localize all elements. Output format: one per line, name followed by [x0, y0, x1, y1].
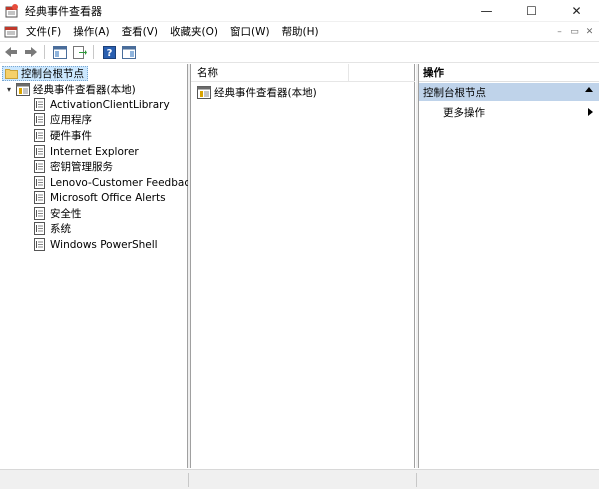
tree-node-label: 经典事件查看器(本地) [33, 84, 136, 96]
tree-node-label: Internet Explorer [50, 145, 139, 158]
tree-node-label: 安全性 [50, 208, 82, 220]
event-log-icon [34, 113, 45, 126]
tree-node-label: 系统 [50, 223, 71, 235]
tree-node-label: 控制台根节点 [21, 68, 84, 80]
menu-window[interactable]: 窗口(W) [224, 22, 276, 42]
menu-view[interactable]: 查看(V) [116, 22, 164, 42]
action-pane-icon [122, 45, 136, 59]
results-pane: 名称 经典事件查看器(本地) [190, 63, 415, 468]
event-log-icon [34, 176, 45, 189]
event-viewer-icon [16, 83, 30, 96]
status-bar-divider [188, 473, 189, 487]
tree-node-log[interactable]: 硬件事件 [34, 128, 92, 143]
help-icon: ? [102, 45, 116, 59]
collapse-chevron-icon[interactable]: ▾ [4, 85, 14, 94]
tree-node-log[interactable]: Windows PowerShell [34, 237, 158, 252]
collapse-arrow-icon[interactable] [585, 87, 593, 92]
tree-node-log[interactable]: 系统 [34, 221, 71, 236]
list-item-label: 经典事件查看器(本地) [214, 87, 317, 99]
console-tree-icon [53, 45, 67, 59]
tree-node-log[interactable]: 安全性 [34, 206, 82, 221]
menu-help[interactable]: 帮助(H) [276, 22, 325, 42]
event-log-icon [34, 98, 45, 111]
event-log-icon [34, 207, 45, 220]
menu-bar: 文件(F) 操作(A) 查看(V) 收藏夹(O) 窗口(W) 帮助(H) – ▭… [0, 22, 599, 42]
menu-favorites[interactable]: 收藏夹(O) [164, 22, 224, 42]
column-header-row: 名称 [191, 63, 415, 82]
menu-file[interactable]: 文件(F) [20, 22, 67, 42]
list-item[interactable]: 经典事件查看器(本地) [195, 85, 317, 100]
forward-button[interactable] [22, 44, 40, 61]
tree-node-log[interactable]: 密钥管理服务 [34, 159, 113, 174]
event-log-icon [34, 129, 45, 142]
show-hide-action-pane-button[interactable] [120, 44, 138, 61]
event-viewer-app-icon[interactable] [5, 3, 19, 18]
help-button[interactable]: ? [100, 44, 118, 61]
event-log-icon [34, 222, 45, 235]
tree-node-log[interactable]: Lenovo-Customer Feedback [34, 175, 196, 190]
tree-node-log[interactable]: Microsoft Office Alerts [34, 190, 166, 205]
status-bar-divider [416, 473, 417, 487]
console-tree-pane: 控制台根节点 ▾ 经典事件查看器(本地) ActivationClientLib… [0, 64, 196, 468]
folder-icon [5, 68, 18, 79]
toolbar: ? [0, 42, 599, 63]
more-actions-item[interactable]: 更多操作 [443, 103, 597, 121]
tree-node-classic-event-viewer[interactable]: ▾ 经典事件查看器(本地) [4, 82, 136, 97]
minimize-button[interactable]: — [464, 0, 509, 22]
window-title: 经典事件查看器 [25, 4, 102, 18]
tree-node-log[interactable]: Internet Explorer [34, 144, 139, 159]
maximize-button[interactable]: ☐ [509, 0, 554, 22]
forward-arrow-icon [25, 47, 37, 57]
mmc-system-menu-icon[interactable] [4, 25, 18, 39]
tree-node-label: Lenovo-Customer Feedback [50, 176, 197, 189]
tree-node-label: 硬件事件 [50, 130, 92, 142]
child-minimize-button[interactable]: – [552, 27, 567, 37]
actions-section-console-root[interactable]: 控制台根节点 [419, 83, 599, 101]
tree-node-label: 应用程序 [50, 114, 92, 126]
submenu-arrow-icon [588, 108, 593, 116]
close-button[interactable]: ✕ [554, 0, 599, 22]
event-log-icon [34, 145, 45, 158]
tree-node-label: Windows PowerShell [50, 238, 158, 251]
event-log-icon [34, 238, 45, 251]
show-hide-console-tree-button[interactable] [51, 44, 69, 61]
more-actions-label: 更多操作 [443, 106, 485, 119]
tree-node-log[interactable]: 应用程序 [34, 112, 92, 127]
back-arrow-icon [5, 47, 17, 57]
title-bar: 经典事件查看器 — ☐ ✕ [0, 0, 599, 22]
back-button[interactable] [2, 44, 20, 61]
event-viewer-icon [197, 86, 211, 99]
child-restore-button[interactable]: ▭ [567, 27, 582, 37]
status-bar [0, 469, 599, 489]
toolbar-separator [44, 45, 45, 59]
actions-pane-title: 操作 [419, 64, 599, 82]
tree-node-label: 密钥管理服务 [50, 161, 113, 173]
export-list-button[interactable] [71, 44, 89, 61]
child-close-button[interactable]: ✕ [582, 27, 597, 37]
column-header-name[interactable]: 名称 [191, 63, 349, 82]
svg-text:?: ? [106, 48, 112, 59]
tree-node-label: ActivationClientLibrary [50, 98, 170, 111]
tree-node-label: Microsoft Office Alerts [50, 191, 166, 204]
toolbar-separator [93, 45, 94, 59]
event-log-icon [34, 160, 45, 173]
menu-action[interactable]: 操作(A) [67, 22, 115, 42]
tree-node-log[interactable]: ActivationClientLibrary [34, 97, 170, 112]
actions-section-label: 控制台根节点 [423, 86, 486, 99]
export-icon [73, 45, 87, 59]
event-log-icon [34, 191, 45, 204]
tree-node-console-root[interactable]: 控制台根节点 [2, 66, 88, 81]
actions-pane: 操作 控制台根节点 更多操作 [418, 64, 599, 468]
